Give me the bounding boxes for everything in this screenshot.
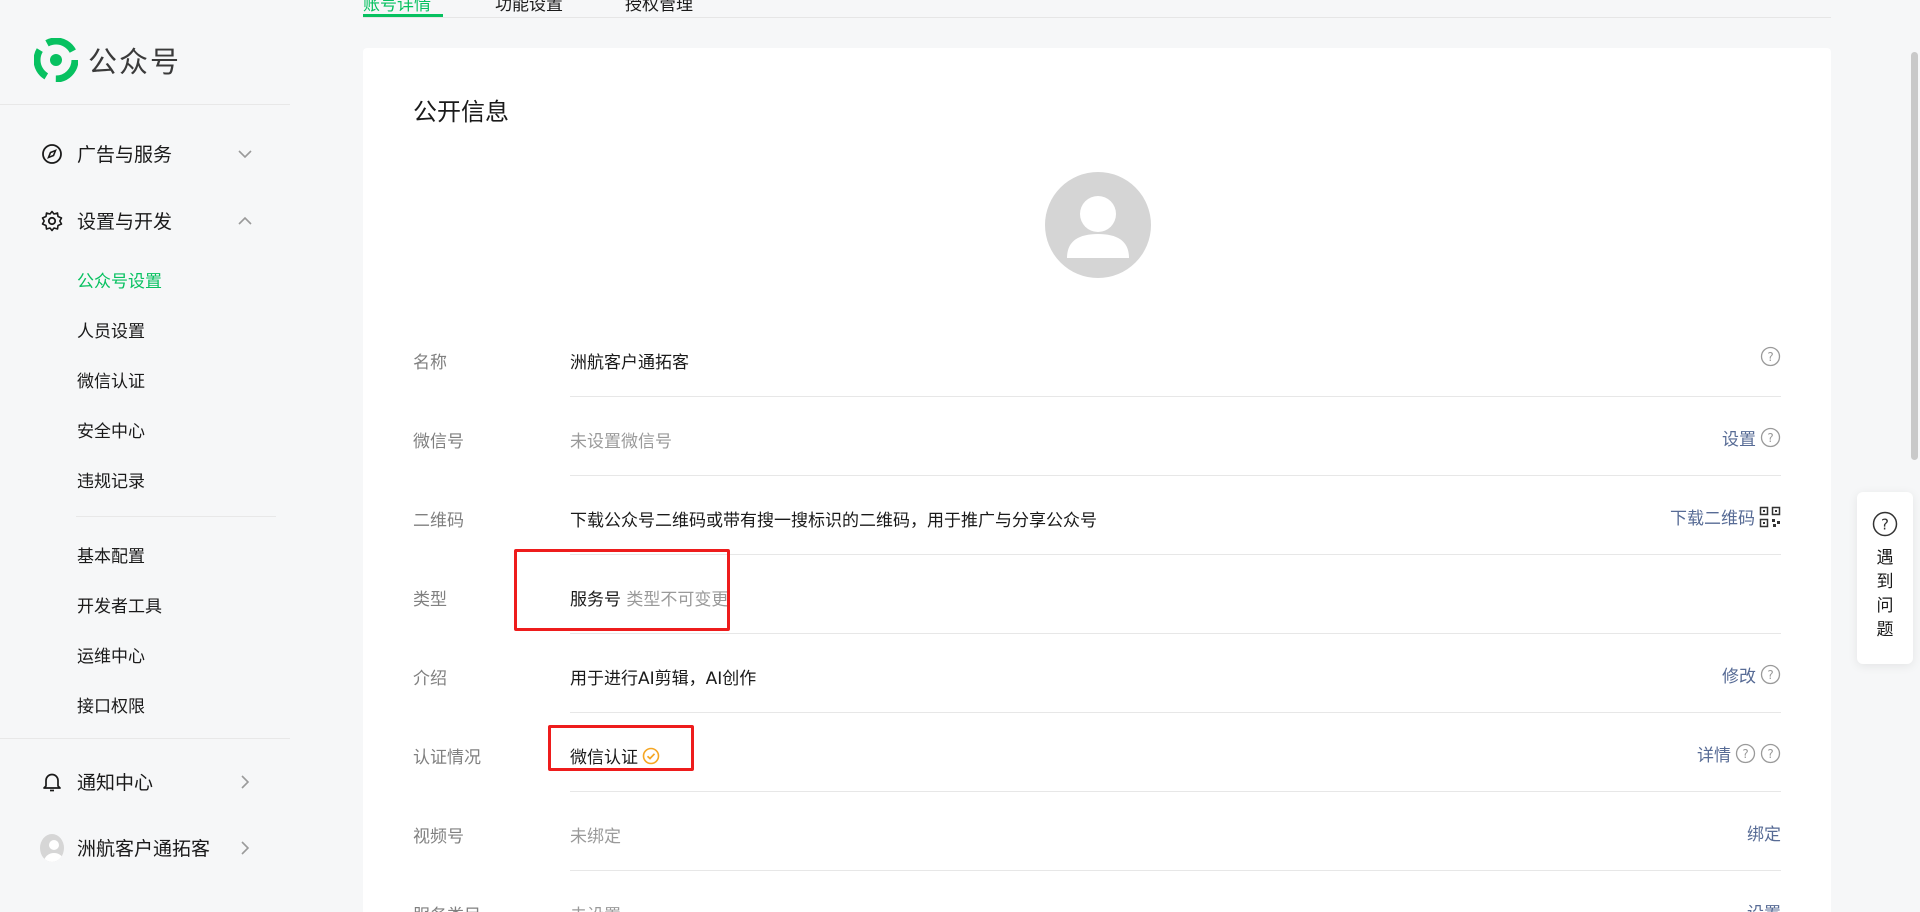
row-label: 视频号	[413, 827, 464, 847]
row-label: 类型	[413, 590, 447, 610]
app-logo[interactable]: 公众号	[34, 38, 181, 82]
row-channels: 视频号 未绑定 绑定	[413, 792, 1781, 871]
gear-icon	[40, 209, 64, 233]
tab-bar: 账号详情 功能设置 授权管理	[363, 0, 1831, 18]
help-circle-icon: ?	[1872, 511, 1898, 537]
row-label: 认证情况	[413, 748, 481, 768]
bell-icon	[40, 770, 64, 794]
svg-text:?: ?	[1881, 516, 1889, 534]
sidebar-item-dev-tools[interactable]: 开发者工具	[77, 592, 162, 617]
bind-channels-link[interactable]: 绑定	[1747, 820, 1781, 845]
row-qrcode: 二维码 下载公众号二维码或带有搜一搜标识的二维码，用于推广与分享公众号 下载二维…	[413, 476, 1781, 555]
account-name-value: 洲航客户通拓客	[570, 353, 689, 373]
row-wechat-id: 微信号 未设置微信号 设置 ?	[413, 397, 1781, 476]
help-circle-icon[interactable]: ?	[1760, 664, 1781, 685]
help-circle-icon[interactable]: ?	[1735, 743, 1756, 764]
sidebar-group-label: 设置与开发	[77, 211, 173, 233]
sidebar-group-settings[interactable]: 设置与开发	[40, 207, 255, 234]
sidebar-divider	[0, 104, 290, 105]
tab-authorization[interactable]: 授权管理	[625, 0, 693, 15]
qrcode-icon[interactable]	[1759, 506, 1781, 528]
category-value: 未设置	[570, 901, 621, 912]
wechat-id-value: 未设置微信号	[570, 432, 672, 452]
svg-text:?: ?	[1767, 431, 1773, 445]
tab-feature-settings[interactable]: 功能设置	[495, 0, 563, 15]
set-wechat-id-link[interactable]: 设置	[1722, 425, 1756, 450]
sidebar-group-label: 广告与服务	[77, 144, 173, 166]
chevron-down-icon	[235, 144, 255, 164]
chevron-up-icon	[235, 211, 255, 231]
app-title: 公众号	[88, 45, 182, 79]
row-label: 微信号	[413, 432, 464, 452]
sidebar-group-ads[interactable]: 广告与服务	[40, 140, 255, 167]
sidebar-item-security[interactable]: 安全中心	[77, 417, 145, 442]
chevron-right-icon	[235, 838, 255, 858]
sidebar-item-account-settings[interactable]: 公众号设置	[77, 267, 162, 292]
qrcode-description: 下载公众号二维码或带有搜一搜标识的二维码，用于推广与分享公众号	[570, 511, 1097, 531]
row-label: 二维码	[413, 511, 464, 531]
sidebar-item-staff-settings[interactable]: 人员设置	[77, 317, 145, 342]
account-avatar[interactable]	[1045, 172, 1151, 278]
help-circle-icon[interactable]: ?	[1760, 346, 1781, 367]
highlight-box-verification	[548, 725, 694, 771]
verification-details-link[interactable]: 详情	[1697, 741, 1731, 766]
row-name: 名称 洲航客户通拓客 ?	[413, 318, 1781, 397]
row-label: 名称	[413, 353, 447, 373]
scrollbar-thumb[interactable]	[1911, 52, 1918, 460]
help-circle-icon[interactable]: ?	[1760, 743, 1781, 764]
active-tab-indicator	[363, 14, 443, 17]
sidebar-group-notifications[interactable]: 通知中心	[40, 768, 255, 795]
user-avatar-icon	[40, 833, 64, 862]
default-user-icon	[1067, 196, 1129, 258]
svg-text:?: ?	[1767, 747, 1773, 761]
set-category-link[interactable]: 设置	[1747, 899, 1781, 912]
sidebar-group-account[interactable]: 洲航客户通拓客	[40, 833, 255, 862]
help-float-button[interactable]: ? 遇到问题	[1857, 492, 1913, 664]
sidebar-item-violations[interactable]: 违规记录	[77, 467, 145, 492]
sidebar-group-label: 通知中心	[77, 772, 154, 794]
sidebar-subdivider	[76, 516, 276, 517]
svg-text:?: ?	[1742, 747, 1748, 761]
sidebar-item-api-permissions[interactable]: 接口权限	[77, 692, 145, 717]
help-circle-icon[interactable]: ?	[1760, 427, 1781, 448]
help-text: 遇到问题	[1876, 548, 1894, 640]
sidebar-group-label: 洲航客户通拓客	[77, 838, 211, 860]
chevron-right-icon	[235, 772, 255, 792]
row-service-category: 服务类目 未设置 设置	[413, 871, 1781, 912]
row-intro: 介绍 用于进行AI剪辑，AI创作 修改 ?	[413, 634, 1781, 713]
sidebar-divider	[0, 738, 290, 739]
sidebar-item-ops-center[interactable]: 运维中心	[77, 642, 145, 667]
highlight-box-type	[514, 549, 730, 631]
page-title: 公开信息	[413, 98, 509, 126]
row-label: 服务类目	[413, 901, 481, 912]
public-info-card: 公开信息 名称 洲航客户通拓客 ? 微信号 未设置微信号 设置 ? 二维码 下载…	[363, 48, 1831, 912]
channels-value: 未绑定	[570, 827, 621, 847]
wechat-official-logo-icon	[34, 38, 78, 82]
tab-account-details[interactable]: 账号详情	[363, 0, 431, 15]
sidebar: 公众号 广告与服务 设置与开发 公众号设置 人员设置 微信认证 安全中心 违规记…	[0, 0, 290, 912]
sidebar-item-basic-config[interactable]: 基本配置	[77, 542, 145, 567]
edit-intro-link[interactable]: 修改	[1722, 662, 1756, 687]
svg-text:?: ?	[1767, 668, 1773, 682]
sidebar-item-wechat-verify[interactable]: 微信认证	[77, 367, 145, 392]
intro-value: 用于进行AI剪辑，AI创作	[570, 669, 757, 689]
download-qrcode-link[interactable]: 下载二维码	[1670, 504, 1755, 529]
compass-icon	[40, 142, 64, 166]
row-label: 介绍	[413, 669, 447, 689]
svg-text:?: ?	[1767, 350, 1773, 364]
